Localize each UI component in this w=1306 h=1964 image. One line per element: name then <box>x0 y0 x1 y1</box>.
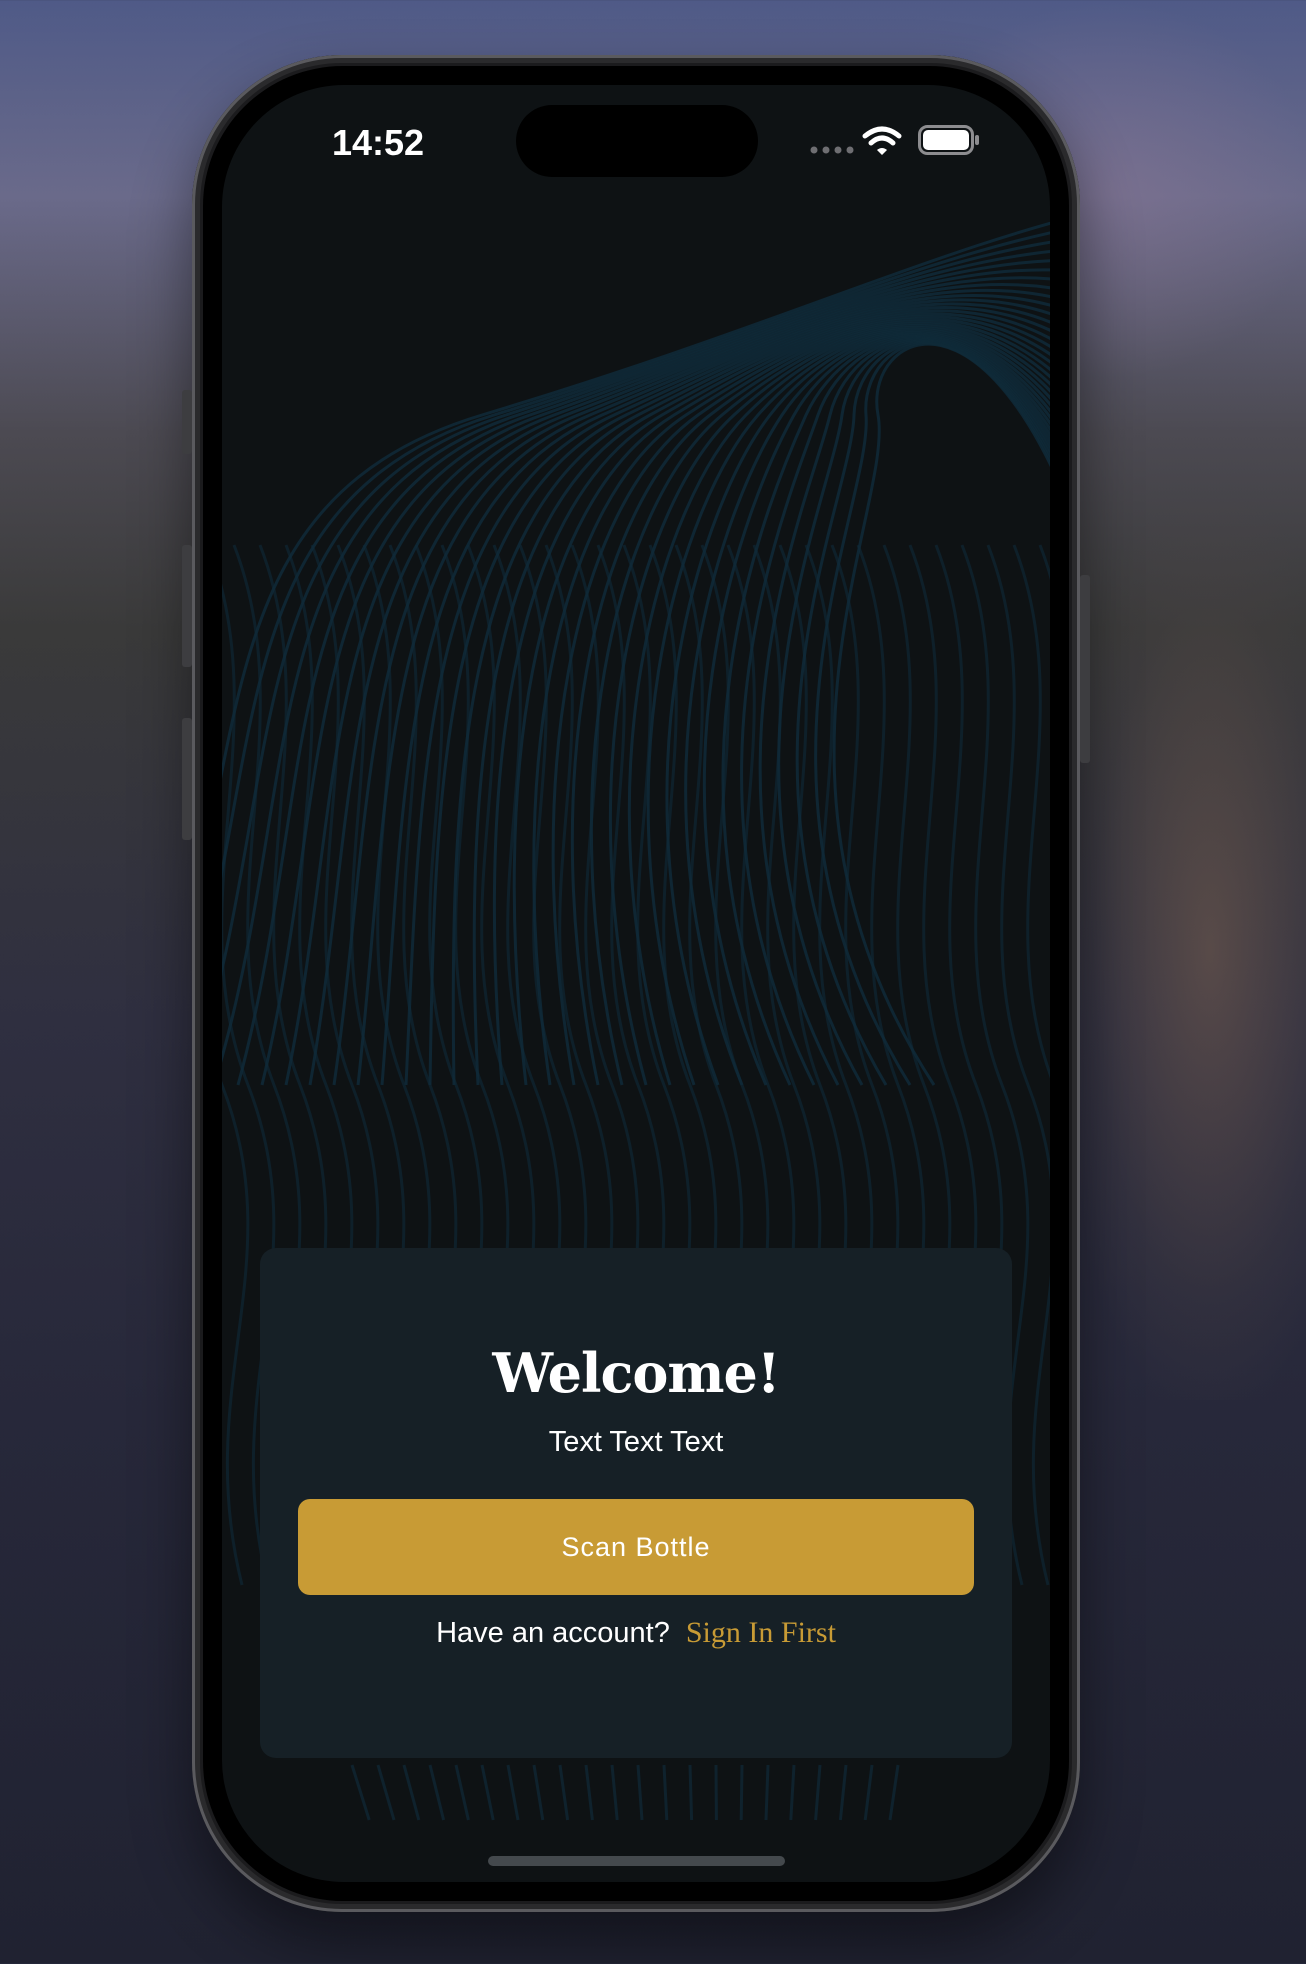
scan-bottle-button[interactable]: Scan Bottle <box>298 1499 974 1595</box>
volume-up-button <box>182 545 192 667</box>
background-glow <box>1060 500 1306 1400</box>
cellular-signal-icon <box>810 146 854 154</box>
welcome-card: Welcome! Text Text Text Scan Bottle Have… <box>260 1248 1012 1758</box>
volume-down-button <box>182 718 192 840</box>
dynamic-island <box>516 105 758 177</box>
power-button <box>1080 575 1090 763</box>
status-bar-time: 14:52 <box>332 122 425 163</box>
sign-in-link[interactable]: Sign In First <box>686 1616 836 1649</box>
welcome-title: Welcome! <box>492 1341 780 1405</box>
wifi-icon <box>862 126 902 155</box>
app-screen: 14:52 Welcome! Text Text Text Scan Bottl… <box>222 85 1050 1882</box>
action-button <box>182 390 192 454</box>
home-indicator[interactable] <box>488 1856 785 1866</box>
battery-icon <box>918 125 979 155</box>
welcome-subtitle: Text Text Text <box>548 1426 724 1458</box>
account-prompt-label: Have an account? <box>436 1617 670 1649</box>
sign-in-prompt: Have an account? Sign In First <box>260 1608 1012 1658</box>
